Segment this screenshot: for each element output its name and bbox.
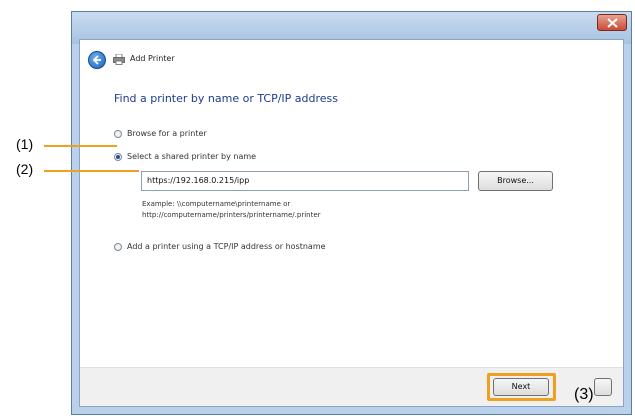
option-tcpip-address[interactable]: Add a printer using a TCP/IP address or … bbox=[114, 242, 326, 251]
cancel-button[interactable] bbox=[594, 378, 612, 396]
next-button[interactable]: Next bbox=[493, 378, 549, 396]
option-label: Browse for a printer bbox=[127, 129, 207, 138]
callout-line-2 bbox=[44, 170, 139, 172]
page-heading: Find a printer by name or TCP/IP address bbox=[114, 92, 339, 105]
callout-1: (1) bbox=[16, 136, 34, 152]
option-shared-printer[interactable]: Select a shared printer by name bbox=[114, 152, 256, 161]
add-printer-window: Add Printer Find a printer by name or TC… bbox=[71, 11, 632, 415]
close-icon bbox=[607, 18, 618, 28]
wizard-panel: Add Printer Find a printer by name or TC… bbox=[79, 39, 624, 407]
radio-tcpip-address[interactable] bbox=[114, 242, 122, 251]
close-button[interactable] bbox=[597, 14, 627, 31]
browse-button[interactable]: Browse... bbox=[478, 171, 553, 191]
shared-printer-input[interactable]: https://192.168.0.215/ipp bbox=[141, 171, 469, 191]
option-label: Select a shared printer by name bbox=[127, 152, 257, 161]
option-browse-printer[interactable]: Browse for a printer bbox=[114, 129, 207, 138]
printer-icon bbox=[113, 54, 125, 65]
example-line-2: http://computername/printers/printername… bbox=[142, 211, 321, 219]
callout-2: (2) bbox=[16, 161, 34, 177]
wizard-footer: Next bbox=[80, 367, 623, 406]
window-title: Add Printer bbox=[130, 54, 175, 63]
option-label: Add a printer using a TCP/IP address or … bbox=[127, 242, 326, 251]
back-button[interactable] bbox=[88, 51, 106, 69]
callout-3: (3) bbox=[574, 386, 594, 403]
back-arrow-icon bbox=[92, 55, 101, 65]
example-text: Example: \\computername\printername or h… bbox=[142, 199, 321, 221]
example-line-1: Example: \\computername\printername or bbox=[142, 200, 291, 208]
radio-shared-printer[interactable] bbox=[114, 152, 122, 161]
callout-line-1 bbox=[44, 145, 117, 147]
radio-browse-printer[interactable] bbox=[114, 129, 122, 138]
